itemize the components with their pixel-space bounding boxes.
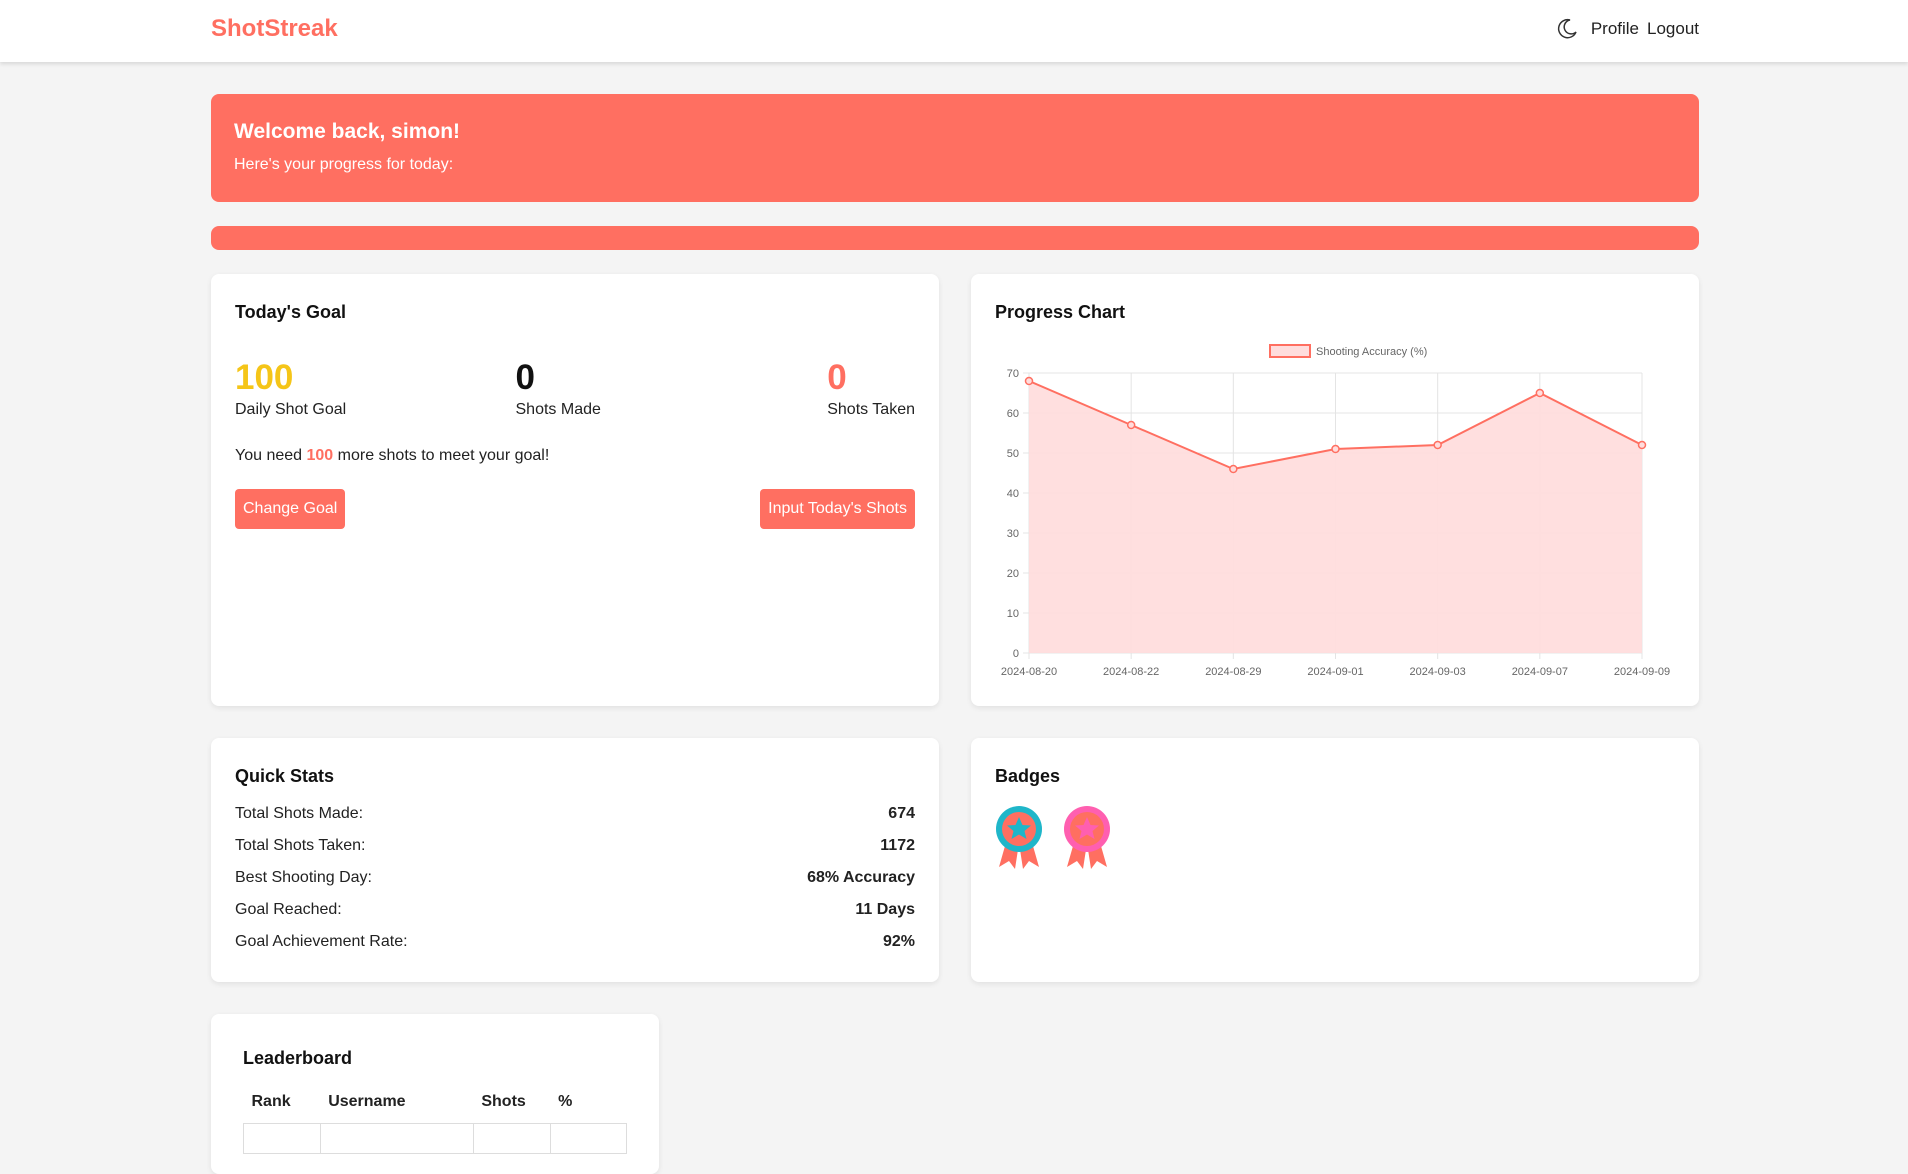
list-item: Total Shots Taken: 1172 xyxy=(235,837,915,869)
x-tick-label: 2024-09-03 xyxy=(1410,666,1466,678)
welcome-banner: Welcome back, simon! Here's your progres… xyxy=(211,94,1699,202)
legend-swatch xyxy=(1269,344,1311,358)
list-item: Total Shots Made: 674 xyxy=(235,805,915,837)
quick-stats-list: Total Shots Made: 674 Total Shots Taken: 11… xyxy=(235,805,915,965)
remaining-shots-value: 100 xyxy=(306,447,334,464)
list-item: Best Shooting Day: 68% Accuracy xyxy=(235,869,915,901)
chart-title: Progress Chart xyxy=(995,302,1126,322)
y-tick-label: 10 xyxy=(1007,608,1019,620)
stat-label: Best Shooting Day: xyxy=(235,869,372,886)
progress-chart-card: Progress Chart 0 10 20 30 40 50 60 70 2024-08-20… xyxy=(971,274,1699,706)
badges-title: Badges xyxy=(995,766,1061,786)
goal-stats: 100 Daily Shot Goal 0 Shots Made 0 Shots… xyxy=(235,359,915,419)
progress-chart: 0 10 20 30 40 50 60 70 2024-08-20 2024-08-22 2024-… xyxy=(1001,344,1670,678)
daily-goal-stat: 100 Daily Shot Goal xyxy=(235,359,346,419)
badge-list xyxy=(995,805,1675,876)
goal-actions: Change Goal Input Today's Shots xyxy=(235,489,915,529)
quick-stats-card: Quick Stats Total Shots Made: 674 Total Sh… xyxy=(211,738,939,982)
stat-value: 92% xyxy=(882,933,915,950)
quick-stats-title: Quick Stats xyxy=(235,766,335,786)
daily-goal-value: 100 xyxy=(235,358,294,397)
data-point xyxy=(1637,440,1647,450)
col-username: Username xyxy=(328,1093,406,1110)
stat-value: 68% Accuracy xyxy=(807,869,915,886)
y-tick-label: 70 xyxy=(1007,368,1019,380)
leaderboard-title: Leaderboard xyxy=(243,1048,353,1068)
x-tick-label: 2024-08-22 xyxy=(1103,666,1159,678)
y-tick-label: 40 xyxy=(1007,488,1019,500)
stat-value: 11 Days xyxy=(855,901,915,918)
badge-pink-icon[interactable] xyxy=(1063,805,1111,876)
leaderboard-card: Leaderboard Rank Username Shots % xyxy=(211,1014,659,1174)
x-tick-label: 2024-09-09 xyxy=(1614,666,1670,678)
shots-taken-stat: 0 Shots Taken xyxy=(827,359,915,419)
welcome-subtitle: Here's your progress for today: xyxy=(234,156,454,173)
data-point xyxy=(1126,420,1136,430)
nav-right: Profile Logout xyxy=(1555,17,1699,41)
shots-made-stat: 0 Shots Made xyxy=(516,359,601,419)
stat-value: 1172 xyxy=(880,837,915,854)
progress-bar xyxy=(211,226,1699,250)
y-tick-label: 60 xyxy=(1007,408,1019,420)
dark-mode-moon-icon[interactable] xyxy=(1555,17,1579,41)
stat-label: Goal Achievement Rate: xyxy=(235,933,408,950)
welcome-title: Welcome back, simon! xyxy=(234,120,461,143)
todays-goal-card: Today's Goal 100 Daily Shot Goal 0 Shots… xyxy=(211,274,939,706)
table-row xyxy=(243,1123,628,1154)
profile-link[interactable]: Profile xyxy=(1591,19,1639,39)
col-shots: Shots xyxy=(481,1093,526,1110)
badge-teal-icon[interactable] xyxy=(995,805,1043,876)
input-shots-button[interactable]: Input Today's Shots xyxy=(760,489,915,529)
x-tick-label: 2024-08-29 xyxy=(1205,666,1261,678)
brand-logo[interactable]: ShotStreak xyxy=(211,15,338,43)
daily-goal-label: Daily Shot Goal xyxy=(235,401,347,418)
change-goal-button[interactable]: Change Goal xyxy=(235,489,346,529)
col-rank: Rank xyxy=(251,1093,291,1110)
stat-value: 674 xyxy=(888,805,915,822)
data-point xyxy=(1535,388,1545,398)
logout-link[interactable]: Logout xyxy=(1647,19,1699,39)
need-prefix: You need xyxy=(235,447,307,464)
stat-label: Goal Reached: xyxy=(235,901,342,918)
stat-label: Total Shots Made: xyxy=(235,805,364,822)
list-item: Goal Reached: 11 Days xyxy=(235,901,915,933)
x-tick-label: 2024-09-07 xyxy=(1512,666,1568,678)
todays-goal-title: Today's Goal xyxy=(235,302,346,322)
shots-made-value: 0 xyxy=(515,358,535,397)
shots-taken-label: Shots Taken xyxy=(827,401,915,418)
y-tick-label: 20 xyxy=(1007,568,1019,580)
col-percent: % xyxy=(558,1093,573,1110)
y-tick-label: 50 xyxy=(1007,448,1019,460)
shots-made-label: Shots Made xyxy=(515,401,601,418)
data-point xyxy=(1229,464,1238,474)
top-navbar: ShotStreak Profile Logout xyxy=(0,0,1908,62)
leaderboard-table: Rank Username Shots % xyxy=(243,1093,628,1154)
stat-label: Total Shots Taken: xyxy=(235,837,366,854)
legend-label: Shooting Accuracy (%) xyxy=(1316,346,1427,358)
y-tick-label: 30 xyxy=(1007,528,1019,540)
x-tick-label: 2024-08-20 xyxy=(1001,666,1057,678)
data-point xyxy=(1331,444,1340,454)
badges-card: Badges xyxy=(971,738,1699,982)
x-tick-label: 2024-09-01 xyxy=(1307,666,1363,678)
data-point xyxy=(1433,440,1442,450)
remaining-shots-text: You need 100 more shots to meet your goa… xyxy=(235,447,915,465)
need-suffix: more shots to meet your goal! xyxy=(333,447,550,464)
shots-taken-value: 0 xyxy=(827,358,847,397)
list-item: Goal Achievement Rate: 92% xyxy=(235,933,915,965)
y-tick-label: 0 xyxy=(1013,648,1019,660)
data-point xyxy=(1024,376,1034,386)
